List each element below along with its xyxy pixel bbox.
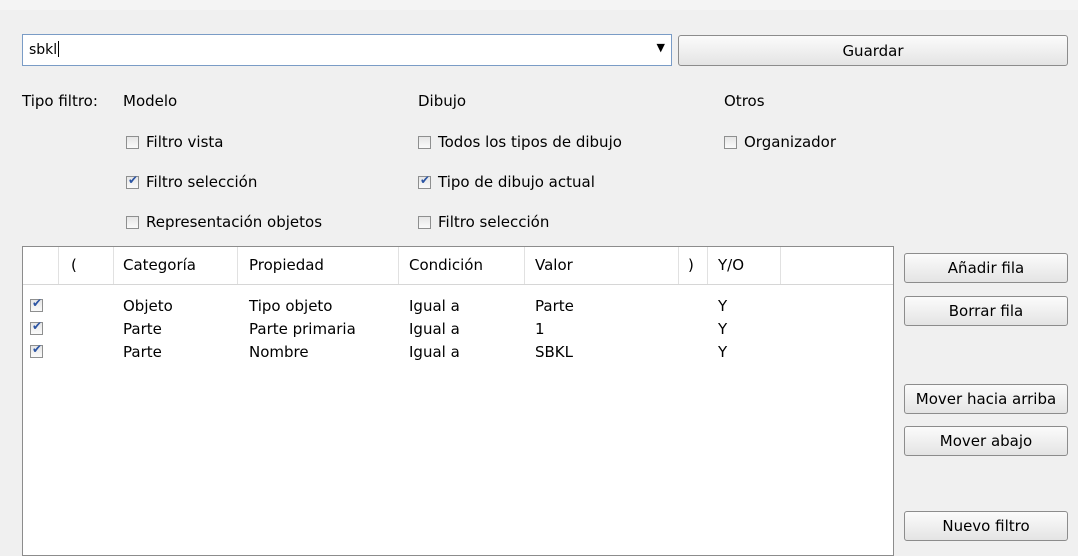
selection-filter-drawing-label: Filtro selección xyxy=(438,213,550,231)
option-current-drawing-type[interactable]: Tipo de dibujo actual xyxy=(418,173,595,191)
cell-category[interactable]: Parte xyxy=(123,341,162,363)
column-header-category[interactable]: Categoría xyxy=(123,247,196,284)
column-header-property[interactable]: Propiedad xyxy=(249,247,324,284)
selection-filter-model-checkbox[interactable] xyxy=(126,173,139,189)
group-title-drawing: Dibujo xyxy=(418,92,467,110)
table-row[interactable]: Parte Nombre Igual a SBKL Y xyxy=(23,341,893,363)
cell-and-or[interactable]: Y xyxy=(718,341,727,363)
cell-value[interactable]: Parte xyxy=(535,295,574,317)
cell-and-or[interactable]: Y xyxy=(718,295,727,317)
column-header-value[interactable]: Valor xyxy=(535,247,573,284)
row-enabled-checkbox[interactable] xyxy=(30,319,43,335)
row-enabled-checkbox[interactable] xyxy=(30,296,43,312)
option-selection-filter-model[interactable]: Filtro selección xyxy=(126,173,257,191)
table-row[interactable]: Objeto Tipo objeto Igual a Parte Y xyxy=(23,295,893,317)
cell-category[interactable]: Parte xyxy=(123,318,162,340)
new-filter-button[interactable]: Nuevo filtro xyxy=(904,511,1068,541)
filter-type-label: Tipo filtro: xyxy=(22,92,98,110)
option-object-representation[interactable]: Representación objetos xyxy=(126,213,322,231)
group-title-model: Modelo xyxy=(123,92,178,110)
column-divider[interactable] xyxy=(678,247,679,284)
cell-category[interactable]: Objeto xyxy=(123,295,173,317)
cell-property[interactable]: Nombre xyxy=(249,341,309,363)
option-selection-filter-drawing[interactable]: Filtro selección xyxy=(418,213,549,231)
object-representation-checkbox[interactable] xyxy=(126,215,139,229)
all-drawing-types-checkbox[interactable] xyxy=(418,135,431,149)
option-view-filter[interactable]: Filtro vista xyxy=(126,133,223,151)
filter-rules-table[interactable]: ( Categoría Propiedad Condición Valor ) … xyxy=(22,246,894,556)
table-header: ( Categoría Propiedad Condición Valor ) … xyxy=(23,247,893,285)
cell-value[interactable]: 1 xyxy=(535,318,545,340)
save-button[interactable]: Guardar xyxy=(678,35,1068,66)
move-up-button[interactable]: Mover hacia arriba xyxy=(904,384,1068,414)
selection-filter-drawing-checkbox[interactable] xyxy=(418,215,431,229)
cell-and-or[interactable]: Y xyxy=(718,318,727,340)
current-drawing-type-label: Tipo de dibujo actual xyxy=(438,173,595,191)
selection-filter-model-label: Filtro selección xyxy=(146,173,258,191)
column-divider[interactable] xyxy=(398,247,399,284)
cell-condition[interactable]: Igual a xyxy=(409,341,460,363)
view-filter-label: Filtro vista xyxy=(146,133,224,151)
column-divider[interactable] xyxy=(113,247,114,284)
cell-condition[interactable]: Igual a xyxy=(409,318,460,340)
organizer-checkbox[interactable] xyxy=(724,135,737,149)
column-divider[interactable] xyxy=(237,247,238,284)
option-all-drawing-types[interactable]: Todos los tipos de dibujo xyxy=(418,133,622,151)
column-header-open-paren[interactable]: ( xyxy=(71,247,77,284)
column-divider[interactable] xyxy=(780,247,781,284)
table-row[interactable]: Parte Parte primaria Igual a 1 Y xyxy=(23,318,893,340)
all-drawing-types-label: Todos los tipos de dibujo xyxy=(438,133,622,151)
filter-name-value[interactable]: sbkl xyxy=(29,41,60,58)
column-divider[interactable] xyxy=(58,247,59,284)
object-representation-label: Representación objetos xyxy=(146,213,323,231)
cell-condition[interactable]: Igual a xyxy=(409,295,460,317)
dropdown-arrow-icon[interactable]: ▼ xyxy=(657,41,665,54)
column-divider[interactable] xyxy=(707,247,708,284)
move-down-button[interactable]: Mover abajo xyxy=(904,426,1068,456)
organizer-label: Organizador xyxy=(744,133,837,151)
add-row-button[interactable]: Añadir fila xyxy=(904,253,1068,283)
current-drawing-type-checkbox[interactable] xyxy=(418,173,431,189)
group-title-other: Otros xyxy=(724,92,765,110)
view-filter-checkbox[interactable] xyxy=(126,135,139,149)
row-enabled-checkbox[interactable] xyxy=(30,342,43,358)
column-header-and-or[interactable]: Y/O xyxy=(718,247,744,284)
cell-property[interactable]: Tipo objeto xyxy=(249,295,333,317)
column-header-close-paren[interactable]: ) xyxy=(688,247,694,284)
cell-value[interactable]: SBKL xyxy=(535,341,573,363)
cell-property[interactable]: Parte primaria xyxy=(249,318,356,340)
filter-name-combobox[interactable]: sbkl ▼ xyxy=(22,34,672,66)
delete-row-button[interactable]: Borrar fila xyxy=(904,296,1068,326)
column-header-condition[interactable]: Condición xyxy=(409,247,483,284)
top-strip xyxy=(0,0,1078,10)
column-divider[interactable] xyxy=(524,247,525,284)
option-organizer[interactable]: Organizador xyxy=(724,133,836,151)
